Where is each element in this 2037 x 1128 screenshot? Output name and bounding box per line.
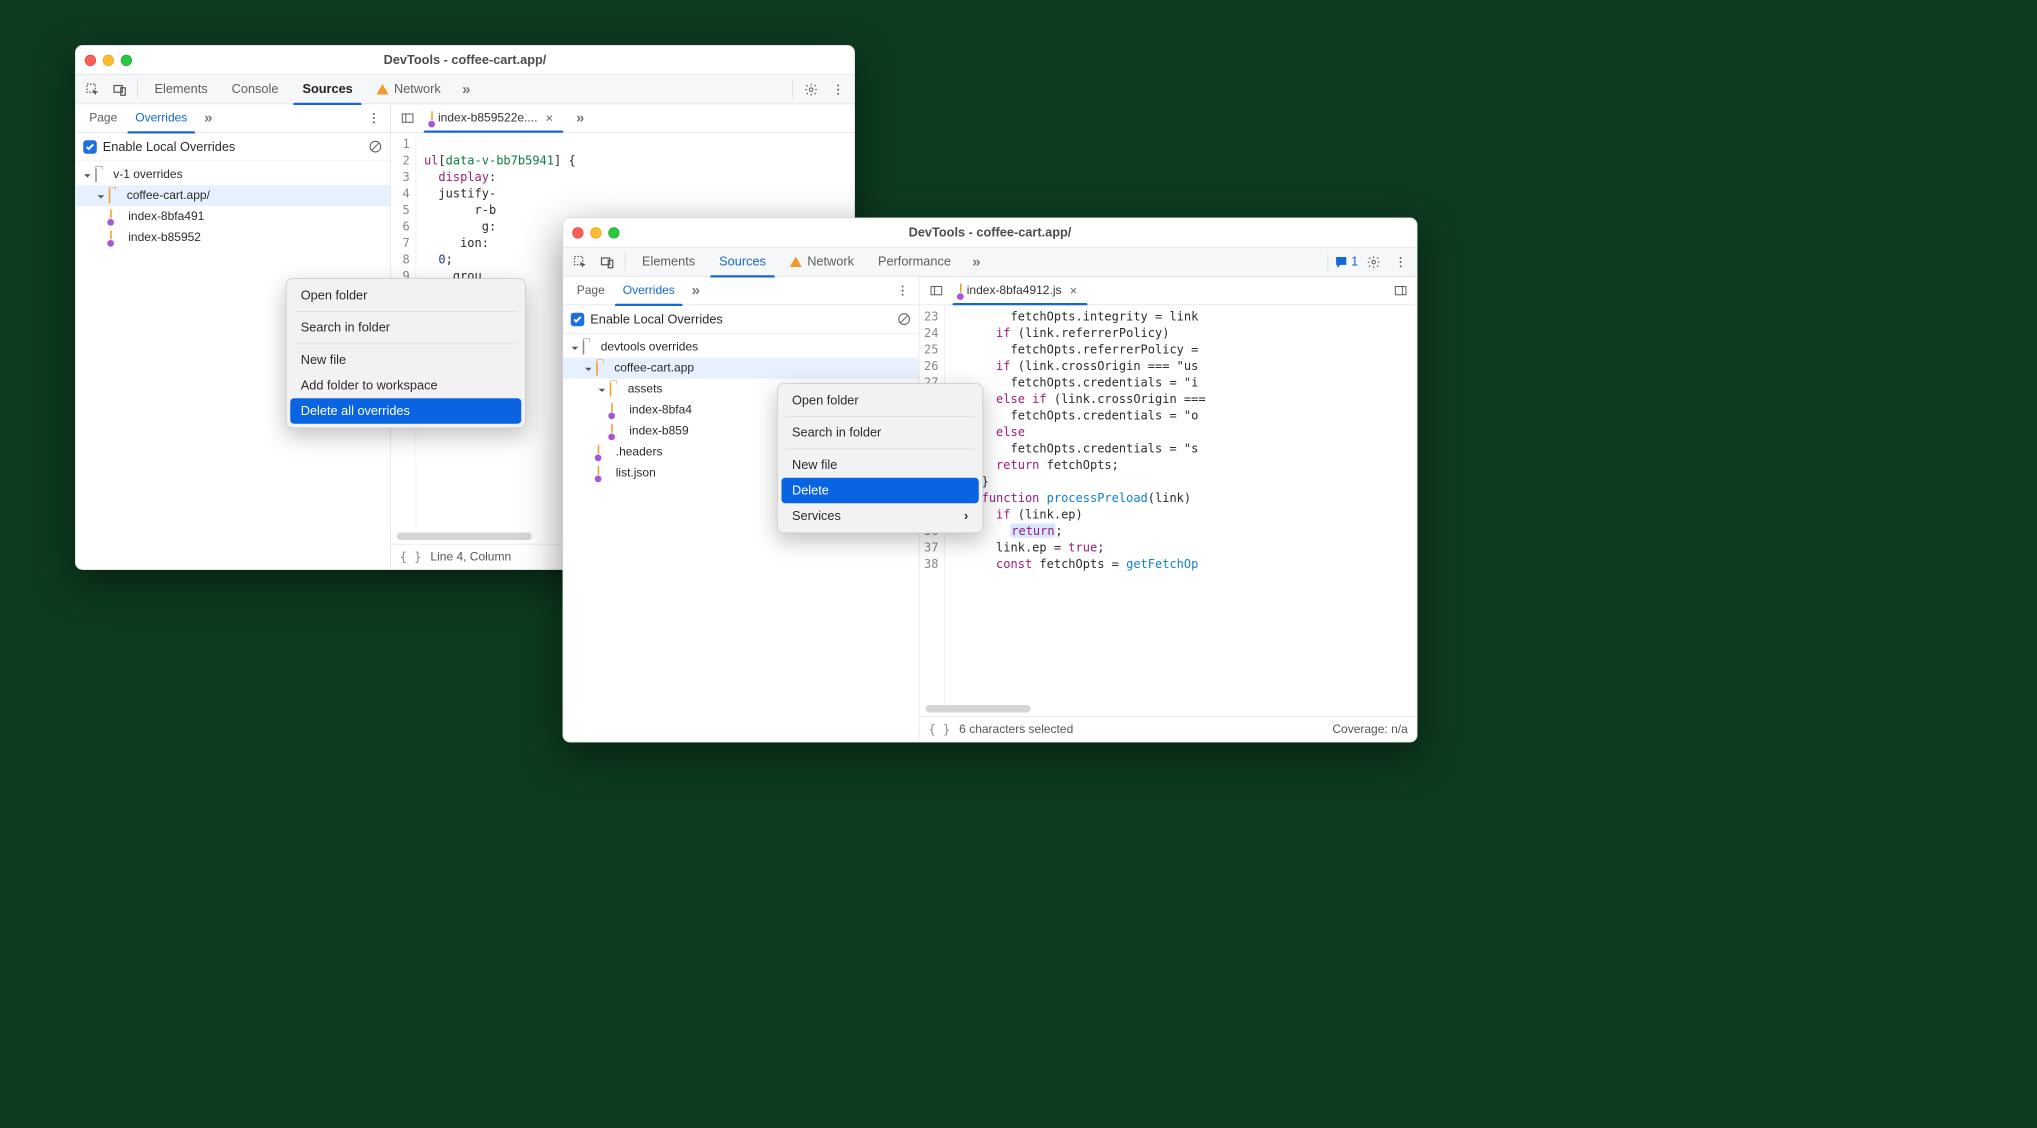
inspect-icon[interactable] (568, 250, 592, 274)
kebab-icon[interactable] (890, 279, 914, 303)
horizontal-scrollbar[interactable] (926, 705, 1411, 714)
more-tabs-icon[interactable]: » (454, 77, 478, 101)
kebab-icon[interactable] (826, 77, 850, 101)
maximize-window-button[interactable] (121, 54, 132, 65)
close-tab-icon[interactable]: × (543, 111, 556, 126)
ctx-open-folder[interactable]: Open folder (290, 283, 521, 309)
more-tabs-icon[interactable]: » (964, 250, 988, 274)
window-title: DevTools - coffee-cart.app/ (563, 225, 1417, 240)
tab-sources[interactable]: Sources (292, 74, 363, 104)
more-editor-tabs-icon[interactable]: » (568, 106, 592, 130)
tree-file[interactable]: index-8bfa491 (76, 206, 390, 227)
tab-network[interactable]: Network (779, 247, 864, 277)
minimize-window-button[interactable] (590, 227, 601, 238)
tree-folder-domain[interactable]: coffee-cart.app (563, 358, 919, 379)
toggle-right-sidebar-icon[interactable] (1388, 279, 1412, 303)
tree-folder-domain[interactable]: coffee-cart.app/ (76, 185, 390, 206)
titlebar: DevTools - coffee-cart.app/ (76, 46, 855, 75)
context-menu: Open folder Search in folder New file De… (777, 383, 983, 533)
pretty-print-icon[interactable]: { } (400, 550, 422, 564)
main-toolbar: Elements Sources Network Performance » 1 (563, 247, 1417, 277)
tree-root[interactable]: devtools overrides (563, 337, 919, 358)
close-window-button[interactable] (572, 227, 583, 238)
toggle-sidebar-icon[interactable] (924, 279, 948, 303)
ctx-new-file[interactable]: New file (782, 452, 979, 478)
window-title: DevTools - coffee-cart.app/ (76, 53, 855, 68)
tab-elements[interactable]: Elements (632, 247, 706, 277)
subtab-overrides[interactable]: Overrides (126, 104, 196, 133)
main-toolbar: Elements Console Sources Network » (76, 74, 855, 104)
ctx-search-in-folder[interactable]: Search in folder (782, 420, 979, 446)
settings-icon[interactable] (1361, 250, 1385, 274)
context-menu: Open folder Search in folder New file Ad… (286, 278, 526, 428)
tab-performance[interactable]: Performance (867, 247, 961, 277)
subtab-page[interactable]: Page (80, 104, 126, 133)
ctx-new-file[interactable]: New file (290, 347, 521, 373)
subtab-page[interactable]: Page (568, 276, 614, 305)
selection-info: 6 characters selected (959, 723, 1073, 737)
titlebar: DevTools - coffee-cart.app/ (563, 218, 1417, 247)
kebab-icon[interactable] (362, 106, 386, 130)
pretty-print-icon[interactable]: { } (929, 722, 951, 736)
warning-icon (377, 84, 389, 95)
subtab-overrides[interactable]: Overrides (614, 276, 684, 305)
close-window-button[interactable] (85, 54, 96, 65)
device-toggle-icon[interactable] (595, 250, 619, 274)
enable-overrides-label: Enable Local Overrides (103, 139, 236, 154)
tab-console[interactable]: Console (221, 74, 289, 104)
settings-icon[interactable] (799, 77, 823, 101)
ctx-services[interactable]: Services› (782, 503, 979, 529)
enable-overrides-checkbox[interactable] (571, 312, 585, 326)
coverage-info: Coverage: n/a (1332, 723, 1407, 737)
minimize-window-button[interactable] (103, 54, 114, 65)
tab-elements[interactable]: Elements (144, 74, 218, 104)
more-subtabs-icon[interactable]: » (684, 279, 708, 303)
editor-tab[interactable]: index-8bfa4912.js× (953, 277, 1088, 304)
inspect-icon[interactable] (80, 77, 104, 101)
ctx-search-in-folder[interactable]: Search in folder (290, 315, 521, 341)
tab-network[interactable]: Network (366, 74, 451, 104)
toggle-sidebar-icon[interactable] (395, 106, 419, 130)
more-subtabs-icon[interactable]: » (196, 106, 220, 130)
ctx-open-folder[interactable]: Open folder (782, 388, 979, 414)
cursor-position: Line 4, Column (430, 550, 511, 564)
chevron-right-icon: › (964, 509, 968, 524)
clear-icon[interactable] (897, 312, 911, 326)
enable-overrides-checkbox[interactable] (83, 140, 97, 154)
messages-icon[interactable]: 1 (1334, 250, 1358, 274)
editor-tab[interactable]: index-b859522e....× (424, 105, 564, 132)
maximize-window-button[interactable] (608, 227, 619, 238)
tree-root[interactable]: v-1 overrides (76, 164, 390, 185)
ctx-delete-all-overrides[interactable]: Delete all overrides (290, 398, 521, 424)
enable-overrides-label: Enable Local Overrides (590, 312, 723, 327)
device-toggle-icon[interactable] (107, 77, 131, 101)
clear-icon[interactable] (368, 140, 382, 154)
ctx-delete[interactable]: Delete (782, 478, 979, 504)
warning-icon (790, 257, 802, 268)
tree-file[interactable]: index-b85952 (76, 227, 390, 248)
tab-sources[interactable]: Sources (709, 247, 777, 277)
kebab-icon[interactable] (1388, 250, 1412, 274)
ctx-add-folder-to-workspace[interactable]: Add folder to workspace (290, 373, 521, 399)
close-tab-icon[interactable]: × (1067, 283, 1080, 298)
